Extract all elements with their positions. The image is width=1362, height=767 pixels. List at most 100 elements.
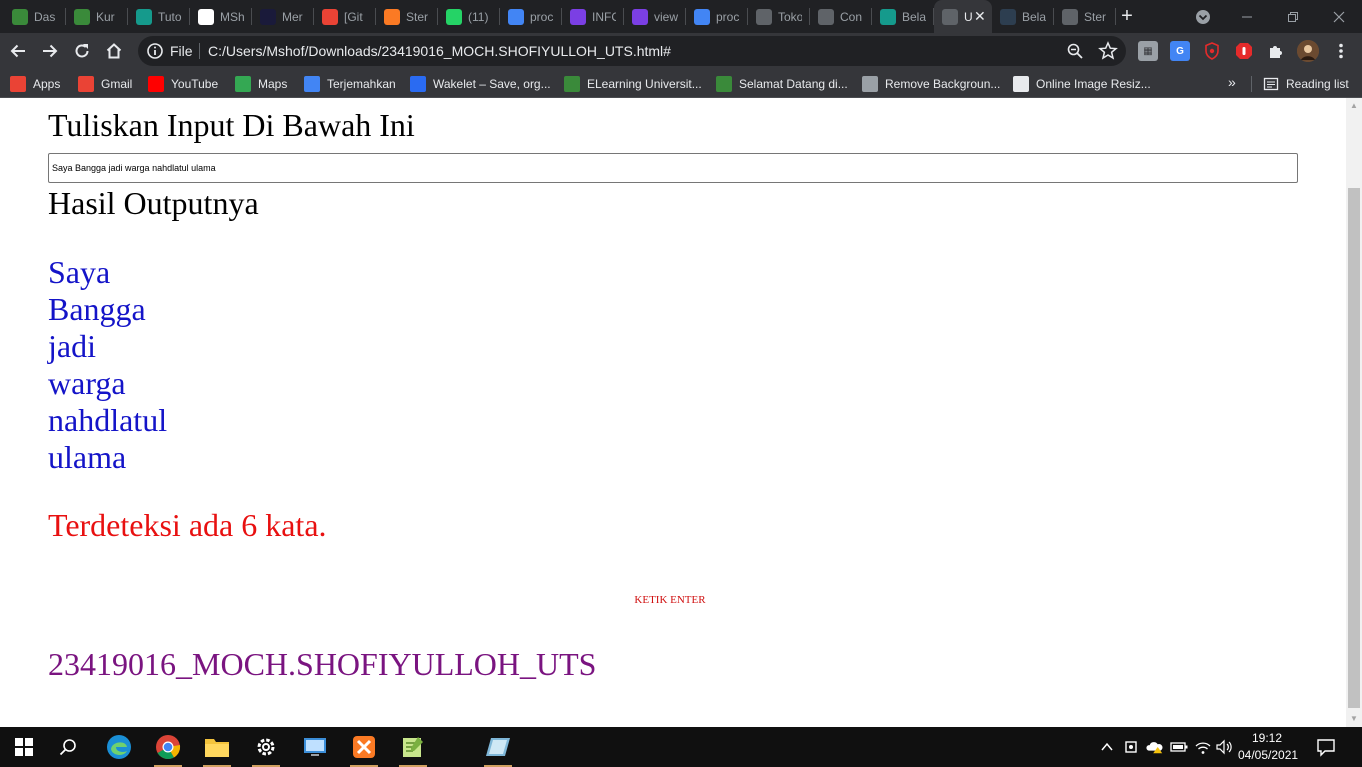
- browser-tab[interactable]: Ster: [376, 0, 438, 33]
- browser-tab[interactable]: Das: [4, 0, 66, 33]
- info-icon[interactable]: [146, 42, 164, 60]
- tray-volume[interactable]: [1216, 737, 1234, 757]
- wifi-icon: [1195, 742, 1211, 754]
- browser-menu-button[interactable]: [1328, 38, 1354, 64]
- home-button[interactable]: [101, 38, 127, 64]
- bookmark-item[interactable]: Online Image Resiz...: [1013, 75, 1151, 93]
- extensions-button[interactable]: [1266, 41, 1286, 61]
- browser-tab[interactable]: Tuto: [128, 0, 190, 33]
- chevron-up-icon: [1101, 742, 1113, 751]
- adblock-extension-icon[interactable]: [1202, 41, 1222, 61]
- volume-icon: [1216, 739, 1232, 755]
- reload-button[interactable]: [69, 38, 95, 64]
- tray-onedrive-warning[interactable]: [1146, 737, 1164, 757]
- start-button[interactable]: [0, 727, 48, 767]
- browser-tab[interactable]: Mer: [252, 0, 314, 33]
- windows-start-icon: [15, 738, 33, 756]
- taskbar-tablet-app[interactable]: [474, 727, 522, 767]
- vertical-scrollbar[interactable]: ▲ ▼: [1346, 98, 1362, 727]
- back-button[interactable]: [5, 38, 31, 64]
- bookmark-item[interactable]: Maps: [235, 75, 287, 93]
- browser-tab[interactable]: Ster: [1054, 0, 1116, 33]
- input-heading: Tuliskan Input Di Bawah Ini: [48, 107, 415, 143]
- action-center-button[interactable]: [1316, 737, 1340, 757]
- browser-tab[interactable]: [Git: [314, 0, 376, 33]
- taskbar-remote-desktop[interactable]: [291, 727, 339, 767]
- reading-list-button[interactable]: Reading list: [1263, 75, 1349, 93]
- extension-puzzle-app-icon[interactable]: ▦: [1138, 41, 1158, 61]
- moodle-icon: [74, 8, 90, 25]
- new-tab-button[interactable]: +: [1116, 5, 1138, 27]
- minimize-button[interactable]: [1232, 0, 1262, 33]
- adblock-stop-extension-icon[interactable]: [1234, 41, 1254, 61]
- bookmark-item[interactable]: Selamat Datang di...: [716, 75, 848, 93]
- bookmark-item[interactable]: Wakelet – Save, org...: [410, 75, 551, 93]
- browser-tab[interactable]: MSh: [190, 0, 252, 33]
- bookmark-item[interactable]: Remove Backgroun...: [862, 75, 1000, 93]
- bookmark-label: Wakelet – Save, org...: [433, 77, 551, 91]
- device-icon: [1125, 741, 1137, 753]
- search-icon: [59, 739, 76, 756]
- scroll-up-arrow-icon[interactable]: ▲: [1346, 98, 1362, 114]
- bookmark-item[interactable]: Terjemahkan: [304, 75, 396, 93]
- browser-tab[interactable]: proc: [500, 0, 562, 33]
- windows-taskbar: 19:12 04/05/2021: [0, 727, 1362, 767]
- bookmark-item[interactable]: Apps: [10, 75, 60, 93]
- bookmark-item[interactable]: Gmail: [78, 75, 132, 93]
- taskbar-file-explorer[interactable]: [193, 727, 241, 767]
- browser-tab[interactable]: view: [624, 0, 686, 33]
- google-translate-extension-icon[interactable]: G: [1170, 41, 1190, 61]
- moodle-icon: [564, 76, 580, 92]
- profile-avatar[interactable]: [1297, 40, 1319, 62]
- browser-tab[interactable]: INFO: [562, 0, 624, 33]
- taskbar-edge[interactable]: [95, 727, 143, 767]
- browser-tab[interactable]: Bela: [992, 0, 1054, 33]
- browser-tab[interactable]: (11): [438, 0, 500, 33]
- file-explorer-icon: [205, 739, 229, 757]
- taskbar-clock[interactable]: 19:12 04/05/2021: [1238, 730, 1298, 764]
- notepad-plus-icon: [403, 737, 423, 757]
- word-input-field[interactable]: [48, 153, 1298, 183]
- zoom-out-icon[interactable]: [1066, 42, 1084, 60]
- youtube-icon: [148, 76, 164, 92]
- bookmark-item[interactable]: ELearning Universit...: [564, 75, 702, 93]
- taskbar-settings[interactable]: [242, 727, 290, 767]
- forward-button[interactable]: [37, 38, 63, 64]
- xampp-icon: [384, 8, 400, 25]
- browser-tab[interactable]: Toko: [748, 0, 810, 33]
- tray-battery[interactable]: [1170, 737, 1188, 757]
- close-tab-icon[interactable]: ✕: [974, 8, 986, 25]
- tray-device-icon[interactable]: [1122, 737, 1140, 757]
- browser-tab[interactable]: Con: [810, 0, 872, 33]
- browser-tab[interactable]: U ✕: [934, 0, 992, 33]
- address-bar[interactable]: File C:/Users/Mshof/Downloads/23419016_M…: [138, 36, 1126, 66]
- scrollbar-thumb[interactable]: [1348, 188, 1360, 708]
- output-word: jadi: [48, 328, 96, 364]
- show-hidden-icons-button[interactable]: [1098, 737, 1116, 757]
- url-text[interactable]: C:/Users/Mshof/Downloads/23419016_MOCH.S…: [208, 43, 671, 59]
- taskbar-notepad-plus[interactable]: [389, 727, 437, 767]
- taskbar-chrome[interactable]: [144, 727, 192, 767]
- browser-tab[interactable]: Kur: [66, 0, 128, 33]
- restore-button[interactable]: [1278, 0, 1308, 33]
- close-window-button[interactable]: [1324, 0, 1354, 33]
- restore-icon: [1288, 11, 1298, 22]
- output-word: ulama: [48, 439, 127, 475]
- vimeo-icon: [260, 8, 276, 25]
- tab-search-button[interactable]: [1192, 0, 1214, 33]
- bookmark-star-icon[interactable]: [1098, 41, 1118, 61]
- taskbar-xampp[interactable]: [340, 727, 388, 767]
- gmail-icon: [322, 8, 338, 25]
- browser-tab[interactable]: Bela: [872, 0, 934, 33]
- scroll-down-arrow-icon[interactable]: ▼: [1346, 711, 1362, 727]
- output-word: Bangga: [48, 291, 146, 327]
- bookmarks-overflow-button[interactable]: »: [1228, 74, 1236, 90]
- translate-icon: [304, 76, 320, 92]
- chevron-down-icon: [1196, 9, 1210, 24]
- bookmark-item[interactable]: YouTube: [148, 75, 218, 93]
- browser-tab[interactable]: proc: [686, 0, 748, 33]
- tray-wifi[interactable]: [1194, 737, 1212, 757]
- bookmark-label: Maps: [258, 77, 288, 91]
- taskbar-search-button[interactable]: [44, 727, 92, 767]
- dicoding-icon: [1000, 8, 1016, 25]
